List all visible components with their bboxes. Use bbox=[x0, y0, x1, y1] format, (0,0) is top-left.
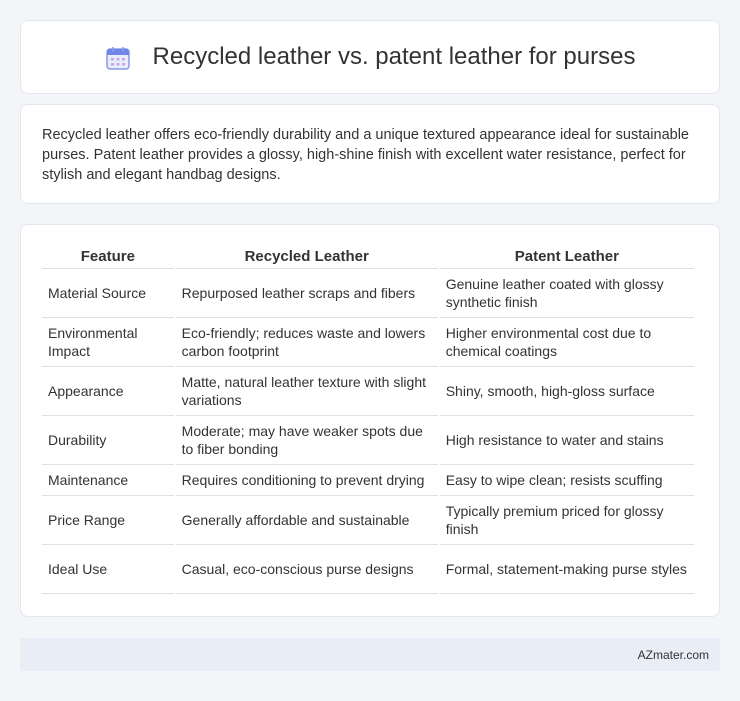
table-row: Appearance Matte, natural leather textur… bbox=[42, 367, 694, 416]
patent-leather-cell: Easy to wipe clean; resists scuffing bbox=[439, 465, 694, 496]
table-row: Maintenance Requires conditioning to pre… bbox=[42, 465, 694, 496]
patent-leather-cell: Higher environmental cost due to chemica… bbox=[439, 318, 694, 367]
table-row: Environmental Impact Eco-friendly; reduc… bbox=[42, 318, 694, 367]
footer: AZmater.com bbox=[20, 638, 720, 671]
table-header-row: Feature Recycled Leather Patent Leather bbox=[42, 247, 694, 269]
patent-leather-cell: Typically premium priced for glossy fini… bbox=[439, 496, 694, 545]
recycled-leather-cell: Moderate; may have weaker spots due to f… bbox=[175, 416, 438, 465]
patent-leather-cell: Shiny, smooth, high-gloss surface bbox=[439, 367, 694, 416]
feature-cell: Price Range bbox=[42, 496, 174, 545]
summary-card: Recycled leather offers eco-friendly dur… bbox=[20, 104, 720, 204]
table-row: Durability Moderate; may have weaker spo… bbox=[42, 416, 694, 465]
recycled-leather-cell: Repurposed leather scraps and fibers bbox=[175, 269, 438, 318]
column-header-feature: Feature bbox=[42, 247, 174, 269]
title-card: Recycled leather vs. patent leather for … bbox=[20, 20, 720, 94]
recycled-leather-cell: Generally affordable and sustainable bbox=[175, 496, 438, 545]
recycled-leather-cell: Matte, natural leather texture with slig… bbox=[175, 367, 438, 416]
footer-site-link[interactable]: AZmater.com bbox=[638, 648, 709, 662]
summary-text: Recycled leather offers eco-friendly dur… bbox=[42, 127, 689, 183]
recycled-leather-cell: Casual, eco-conscious purse designs bbox=[175, 545, 438, 594]
column-header-patent-leather: Patent Leather bbox=[439, 247, 694, 269]
table-row: Price Range Generally affordable and sus… bbox=[42, 496, 694, 545]
recycled-leather-cell: Requires conditioning to prevent drying bbox=[175, 465, 438, 496]
feature-cell: Material Source bbox=[42, 269, 174, 318]
table-row: Material Source Repurposed leather scrap… bbox=[42, 269, 694, 318]
feature-cell: Ideal Use bbox=[42, 545, 174, 594]
column-header-recycled-leather: Recycled Leather bbox=[175, 247, 438, 269]
page-title: Recycled leather vs. patent leather for … bbox=[152, 43, 636, 70]
comparison-table-card: Feature Recycled Leather Patent Leather … bbox=[20, 224, 720, 617]
feature-cell: Durability bbox=[42, 416, 174, 465]
recycled-leather-cell: Eco-friendly; reduces waste and lowers c… bbox=[175, 318, 438, 367]
feature-cell: Appearance bbox=[42, 367, 174, 416]
calendar-icon bbox=[105, 45, 131, 71]
patent-leather-cell: Formal, statement-making purse styles bbox=[439, 545, 694, 594]
patent-leather-cell: Genuine leather coated with glossy synth… bbox=[439, 269, 694, 318]
comparison-table: Feature Recycled Leather Patent Leather … bbox=[40, 247, 696, 594]
page: Recycled leather vs. patent leather for … bbox=[0, 0, 740, 701]
feature-cell: Environmental Impact bbox=[42, 318, 174, 367]
table-row: Ideal Use Casual, eco-conscious purse de… bbox=[42, 545, 694, 594]
feature-cell: Maintenance bbox=[42, 465, 174, 496]
patent-leather-cell: High resistance to water and stains bbox=[439, 416, 694, 465]
